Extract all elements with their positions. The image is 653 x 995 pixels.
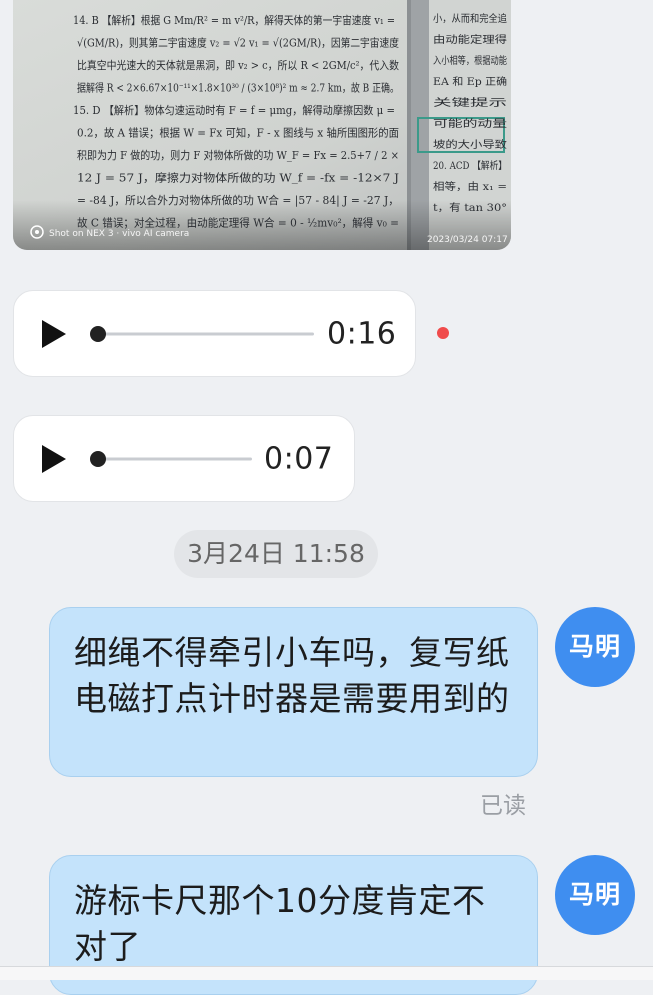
avatar[interactable]: 马明 (555, 855, 635, 935)
read-status: 已读 (480, 793, 526, 819)
unread-dot (437, 327, 449, 339)
voice-duration: 0:16 (327, 316, 397, 351)
photo-text-line: 故 C 错误；对全过程，由动能定理得 W合 = 0 - ½mv₀²，解得 v₀ … (77, 216, 399, 230)
voice-progress-knob[interactable] (90, 325, 106, 342)
avatar[interactable]: 马明 (555, 607, 635, 687)
photo-text-line: 坡的大小导致 (433, 138, 507, 151)
photo-text-line: 0.2，故 A 错误；根据 W = Fx 可知，F - x 图线与 x 轴所围图… (77, 126, 399, 140)
voice-progress-track[interactable] (102, 332, 314, 335)
photo-text-line: 小，从而和完全追 (433, 12, 507, 25)
voice-message[interactable]: 0:16 (13, 290, 416, 377)
photo-text-line: 12 J = 57 J，摩擦力对物体所做的功 W_f = -fx = -12×7… (77, 171, 399, 185)
play-icon[interactable] (42, 319, 66, 348)
photo-text-line: √(GM/R)，则其第二宇宙速度 v₂ = √2 v₁ = √(2GM/R)，因… (77, 36, 399, 50)
photo-text-line: t，有 tan 30° (433, 201, 507, 214)
photo-text-line: EA 和 Ep 正确 (433, 75, 507, 88)
watermark-text: Shot on NEX 3 · vivo AI camera (49, 229, 189, 239)
photo-text-line: 15. D 【解析】物体匀速运动时有 F = f = μmg，解得动摩擦因数 μ… (73, 103, 395, 117)
photo-text-line: 可能的动量 (433, 117, 507, 130)
chat-view: 14. B 【解析】根据 G Mm/R² = m v²/R，解得天体的第一宇宙速… (0, 0, 653, 995)
voice-progress-knob[interactable] (90, 450, 106, 467)
photo-text-line: 关键提示 (433, 96, 507, 109)
message-bubble[interactable]: 细绳不得牵引小车吗，复写纸电磁打点计时器是需要用到的 (49, 607, 538, 777)
photo-text-line: 比真空中光速大的天体就是黑洞，即 v₂ > c，所以 R < 2GM/c²，代入… (77, 58, 399, 72)
chat-timestamp: 3月24日 11:58 (174, 530, 378, 578)
photo-text-line: 据解得 R < 2×6.67×10⁻¹¹×1.8×10³⁰ / (3×10⁸)²… (77, 81, 399, 95)
photo-text-line: 20. ACD 【解析】 (433, 159, 507, 172)
photo-text-line: 由动能定理得 (433, 33, 507, 46)
photo-text-line: 相等，由 x₁ = (433, 180, 507, 193)
voice-duration: 0:07 (264, 441, 334, 476)
input-bar-edge (0, 966, 653, 980)
photo-text-line: 入小相等，根据动能 (433, 54, 507, 67)
voice-message[interactable]: 0:07 (13, 415, 355, 502)
photo-image: 14. B 【解析】根据 G Mm/R² = m v²/R，解得天体的第一宇宙速… (13, 0, 511, 250)
play-icon[interactable] (42, 444, 66, 473)
photo-text-line: = -84 J，所以合外力对物体所做的功 W合 = |57 - 84| J = … (77, 193, 399, 208)
photo-message[interactable]: 14. B 【解析】根据 G Mm/R² = m v²/R，解得天体的第一宇宙速… (13, 0, 511, 250)
photo-datestamp: 2023/03/24 07:17 (427, 235, 508, 245)
photo-text-line: 14. B 【解析】根据 G Mm/R² = m v²/R，解得天体的第一宇宙速… (73, 13, 395, 27)
photo-text-line: 积即为力 F 做的功，则力 F 对物体所做的功 W_F = Fx = 2.5+7… (77, 148, 399, 162)
voice-progress-track[interactable] (102, 457, 252, 460)
